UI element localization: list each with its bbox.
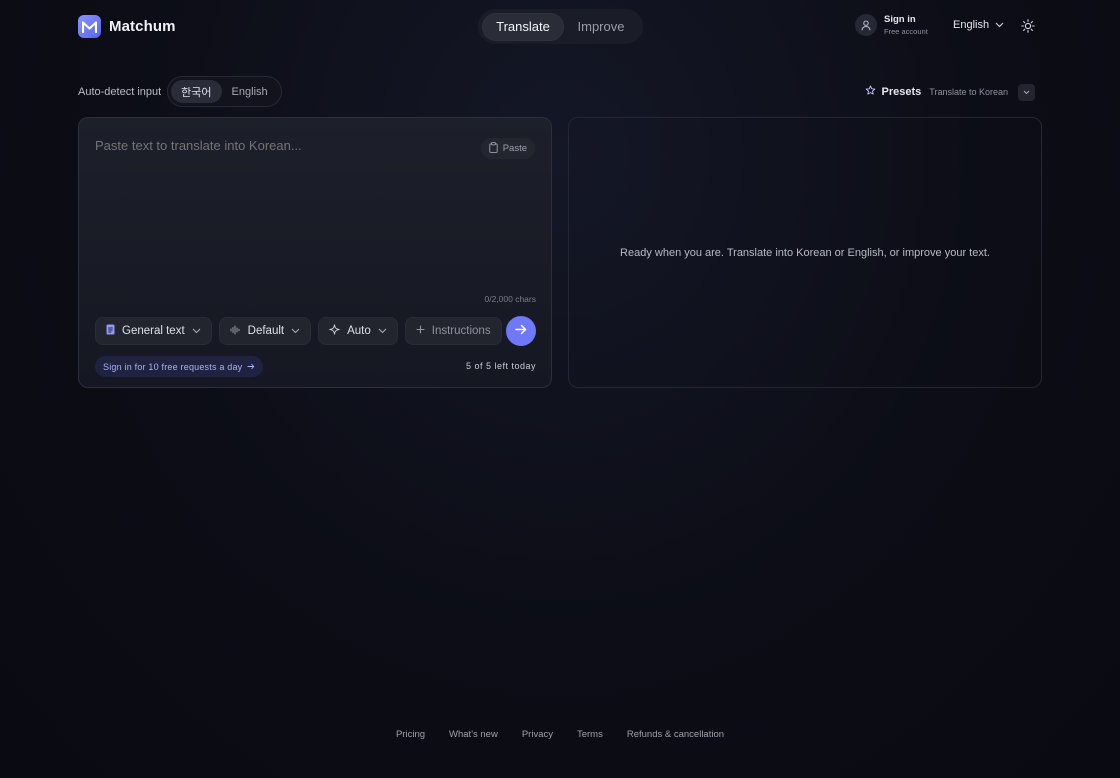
model-value: Auto (347, 325, 371, 337)
star-icon (865, 83, 876, 101)
signin-title: Sign in (884, 14, 916, 25)
arrow-right-icon (247, 362, 255, 372)
lang-option-korean[interactable]: 한국어 (171, 80, 222, 103)
source-text-input[interactable] (95, 138, 475, 153)
arrow-right-icon (515, 322, 527, 340)
tone-select[interactable]: Default (218, 317, 312, 345)
signin-hint-label: Sign in for 10 free requests a day (103, 361, 243, 372)
text-type-value: General text (122, 325, 185, 337)
ui-language-value: English (953, 19, 990, 31)
signin-button[interactable]: Sign in Free account (855, 14, 928, 36)
tone-value: Default (247, 325, 285, 337)
lang-option-english[interactable]: English (222, 80, 278, 103)
waveform-icon (230, 324, 241, 338)
sun-icon[interactable] (1019, 17, 1037, 35)
paste-label: Paste (502, 143, 527, 154)
presets-label: Presets (881, 86, 922, 98)
plus-icon (416, 325, 425, 337)
footer-link-pricing[interactable]: Pricing (396, 729, 425, 740)
input-controls: General text Default Auto Instructions (95, 317, 502, 345)
model-select[interactable]: Auto (318, 317, 398, 345)
header: Matchum Translate Improve Sign in Free a… (0, 0, 1120, 52)
signin-subtitle: Free account (884, 27, 928, 36)
auto-detect-label: Auto-detect input (78, 85, 162, 98)
footer: Pricing What's new Privacy Terms Refunds… (0, 729, 1120, 740)
paste-button[interactable]: Paste (480, 138, 535, 159)
chevron-down-icon (378, 325, 387, 337)
instructions-label: Instructions (431, 325, 491, 337)
footer-link-refunds[interactable]: Refunds & cancellation (627, 729, 724, 740)
presets-selector[interactable]: Presets Translate to Korean (865, 83, 1035, 101)
footer-link-whats-new[interactable]: What's new (449, 729, 498, 740)
user-icon (855, 14, 877, 36)
text-type-select[interactable]: General text (95, 317, 212, 345)
chevron-down-icon[interactable] (1018, 83, 1035, 101)
brand-name: Matchum (109, 18, 176, 35)
signin-hint-button[interactable]: Sign in for 10 free requests a day (95, 356, 264, 377)
brand[interactable]: Matchum (78, 15, 176, 38)
document-icon (106, 324, 115, 338)
input-language-toggle: 한국어 English (167, 76, 282, 107)
quota-counter: 5 of 5 left today (465, 361, 536, 371)
app: Matchum Translate Improve Sign in Free a… (0, 0, 1120, 778)
tab-translate[interactable]: Translate (482, 12, 564, 41)
footer-link-privacy[interactable]: Privacy (522, 729, 553, 740)
mode-switch: Translate Improve (478, 9, 643, 44)
input-panel: Paste 0/2,000 chars General text Default (78, 117, 552, 388)
input-language-row: Auto-detect input 한국어 English (78, 76, 282, 107)
char-count: 0/2,000 chars (484, 294, 536, 304)
output-empty-message: Ready when you are. Translate into Korea… (620, 246, 990, 259)
tab-improve[interactable]: Improve (564, 13, 638, 41)
presets-value: Translate to Korean (929, 87, 1008, 97)
chevron-down-icon (995, 19, 1004, 31)
sparkle-icon (329, 324, 340, 338)
chevron-down-icon (291, 325, 300, 337)
footer-link-terms[interactable]: Terms (577, 729, 603, 740)
translate-submit-button[interactable] (506, 316, 536, 346)
chevron-down-icon (192, 325, 201, 337)
instructions-button[interactable]: Instructions (404, 317, 502, 345)
ui-language-select[interactable]: English (953, 19, 1004, 31)
output-panel: Ready when you are. Translate into Korea… (568, 117, 1042, 388)
logo-m-icon (78, 15, 101, 38)
clipboard-icon (489, 141, 498, 156)
